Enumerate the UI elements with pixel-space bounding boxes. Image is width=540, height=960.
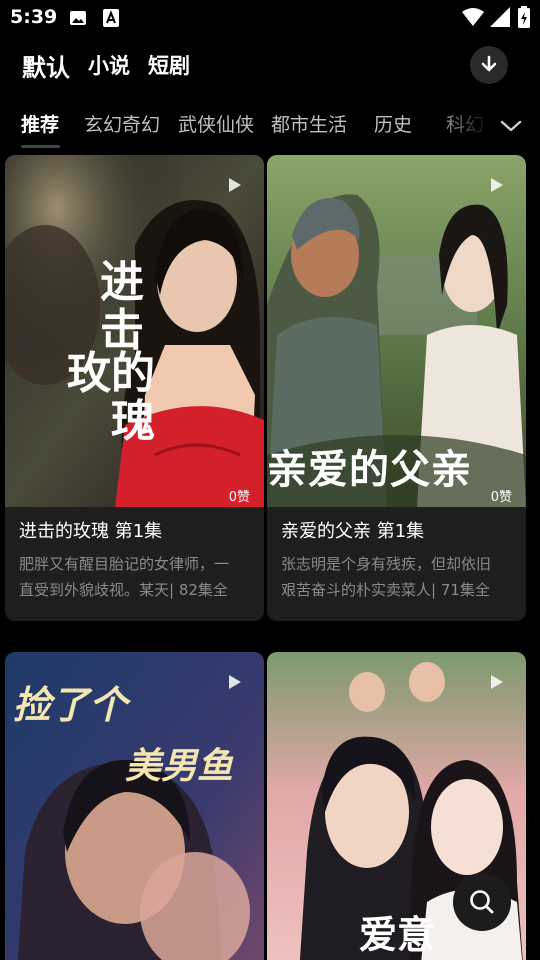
status-time: 5:39 <box>10 6 58 28</box>
download-button[interactable] <box>470 46 508 84</box>
drama-card[interactable]: 进击 玫的瑰 0赞 进击的玫瑰 第1集 肥胖又有醒目胎记的女律师，一 直受到外貌… <box>5 155 264 621</box>
poster-title-text: 亲爱的父亲 <box>267 446 472 493</box>
expand-categories-button[interactable] <box>497 112 525 140</box>
card-description: 肥胖又有醒目胎记的女律师，一 直受到外貌歧视。某天| 82集全 <box>19 551 250 603</box>
poster-title-text: 捡了个 <box>13 682 128 727</box>
description-line: 张志明是个身有残疾，但却依旧 <box>281 555 492 573</box>
mode-tabs: 默认 小说 短剧 <box>22 48 208 82</box>
signal-icon <box>490 7 510 31</box>
likes-count: 0赞 <box>228 490 250 505</box>
a-notification-icon <box>103 9 119 31</box>
play-icon <box>490 674 504 694</box>
category-tab-urban[interactable]: 都市生活 <box>271 110 347 137</box>
search-button[interactable] <box>453 873 511 931</box>
category-tab-fantasy[interactable]: 玄幻奇幻 <box>84 110 160 137</box>
play-icon <box>228 177 242 197</box>
episode-count: | 82集全 <box>169 581 228 599</box>
poster-title-text: 爱意 <box>359 912 436 957</box>
download-icon <box>481 55 497 72</box>
description-text: 艰苦奋斗的朴实卖菜人 <box>281 581 432 599</box>
description-line: 直受到外貌歧视。某天| 82集全 <box>19 577 250 603</box>
episode-count: | 71集全 <box>431 581 490 599</box>
card-title: 亲爱的父亲 第1集 <box>281 521 425 542</box>
mode-tab-short-drama[interactable]: 短剧 <box>148 50 190 80</box>
category-tab-wuxia[interactable]: 武侠仙侠 <box>178 110 254 137</box>
drama-card[interactable]: 亲爱的父亲 0赞 亲爱的父亲 第1集 张志明是个身有残疾，但却依旧 艰苦奋斗的朴… <box>267 155 526 621</box>
card-title: 进击的玫瑰 第1集 <box>19 521 163 542</box>
image-icon <box>69 9 87 31</box>
play-icon <box>490 177 504 197</box>
drama-poster[interactable]: 捡了个 美男鱼 <box>5 652 264 960</box>
category-tabs: 推荐 玄幻奇幻 武侠仙侠 都市生活 历史 科幻 <box>0 104 540 150</box>
poster-title-text: 进击 <box>100 257 144 356</box>
search-icon <box>470 890 494 914</box>
description-text: 直受到外貌歧视。某天 <box>19 581 170 599</box>
description-line: 肥胖又有醒目胎记的女律师，一 <box>19 555 230 573</box>
active-tab-indicator <box>21 145 60 148</box>
mode-tab-novel[interactable]: 小说 <box>88 50 130 80</box>
battery-icon <box>518 6 530 32</box>
card-description: 张志明是个身有残疾，但却依旧 艰苦奋斗的朴实卖菜人| 71集全 <box>281 551 512 603</box>
drama-card[interactable]: 捡了个 美男鱼 <box>5 652 264 960</box>
category-tab-history[interactable]: 历史 <box>374 110 412 137</box>
likes-count: 0赞 <box>490 490 512 505</box>
drama-poster[interactable]: 亲爱的父亲 0赞 <box>267 155 526 507</box>
status-bar: 5:39 <box>0 0 540 38</box>
play-icon <box>228 674 242 694</box>
mode-tab-default[interactable]: 默认 <box>22 48 70 83</box>
chevron-down-icon <box>500 120 522 132</box>
description-line: 艰苦奋斗的朴实卖菜人| 71集全 <box>281 577 512 603</box>
poster-title-text: 美男鱼 <box>125 745 234 787</box>
poster-title-text: 玫的瑰 <box>67 348 155 447</box>
drama-poster[interactable]: 进击 玫的瑰 0赞 <box>5 155 264 507</box>
category-tab-recommend[interactable]: 推荐 <box>21 110 59 137</box>
wifi-icon <box>462 7 484 31</box>
